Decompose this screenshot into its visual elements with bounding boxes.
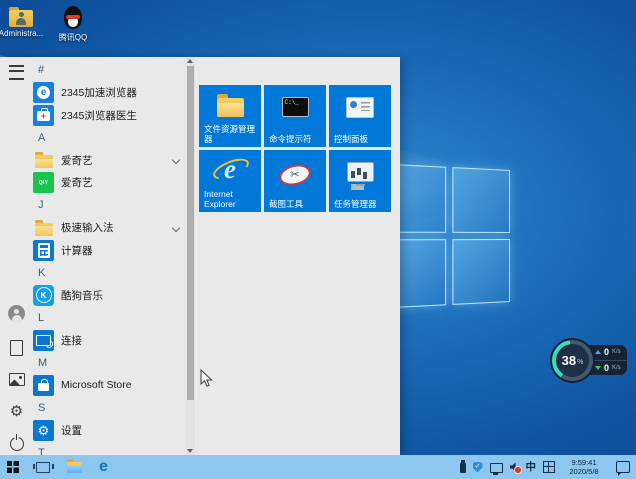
app-folder-jisu-ime[interactable]: 极速输入法 (33, 217, 185, 240)
ime-language-indicator[interactable]: 中 (526, 461, 537, 473)
section-header-hash[interactable]: # (33, 59, 185, 82)
action-center-icon[interactable] (616, 461, 630, 476)
download-speed-value: 0 (604, 362, 610, 373)
upload-speed-value: 0 (604, 347, 610, 358)
edge-taskbar-button[interactable]: e (99, 459, 108, 475)
file-explorer-icon (216, 94, 244, 117)
chevron-down-icon[interactable] (171, 155, 181, 165)
section-header-m[interactable]: M (33, 352, 185, 375)
tile-file-explorer[interactable]: 文件资源管理器 (199, 85, 261, 147)
system-tray: ✓ 中 9:59:41 2020/5/8 (459, 455, 634, 479)
app-item-2345-browser[interactable]: e 2345加速浏览器 (33, 82, 185, 105)
documents-button[interactable] (0, 340, 33, 356)
network-icon[interactable] (489, 462, 503, 475)
tile-task-manager[interactable]: 任务管理器 (329, 150, 391, 212)
qq-penguin-icon (62, 6, 84, 30)
chevron-down-icon[interactable] (171, 223, 181, 232)
task-view-icon (32, 461, 54, 473)
desktop-icon-tencent-qq[interactable]: 腾讯QQ (46, 6, 100, 43)
file-explorer-taskbar-button[interactable] (67, 458, 82, 473)
power-icon (9, 434, 24, 451)
desktop-icon-label: 腾讯QQ (58, 33, 88, 42)
tile-snipping-tool[interactable]: ✂ 截图工具 (264, 150, 326, 212)
start-menu-rail: ⚙ (0, 57, 33, 455)
internet-explorer-icon: e (215, 154, 245, 184)
app-item-connect[interactable]: 连接 (33, 329, 185, 352)
upload-arrow-icon (595, 350, 601, 355)
browser-2345-icon: e (33, 82, 54, 104)
task-manager-icon (346, 162, 374, 186)
power-button[interactable] (0, 434, 33, 451)
scroll-down-arrow[interactable] (187, 449, 193, 453)
app-item-calculator[interactable]: 计算器 (33, 239, 185, 262)
expand-menu-button[interactable] (0, 65, 33, 80)
user-avatar-icon (8, 305, 25, 322)
security-shield-icon[interactable]: ✓ (472, 461, 483, 473)
section-header-s[interactable]: S (33, 397, 185, 420)
app-item-kugou-music[interactable]: K 酷狗音乐 (33, 284, 185, 307)
app-item-microsoft-store[interactable]: Microsoft Store (33, 374, 185, 397)
section-header-j[interactable]: J (33, 194, 185, 217)
edge-icon: e (99, 458, 108, 475)
download-arrow-icon (595, 365, 601, 370)
start-menu: ⚙ # e 2345加速浏览器 + 2345浏览器医生 A 爱奇艺 QIY 爱奇… (0, 57, 400, 459)
tile-control-panel[interactable]: 控制面板 (329, 85, 391, 147)
ime-mode-icon[interactable] (543, 461, 555, 473)
clock-date: 2020/5/8 (569, 467, 599, 476)
folder-icon (67, 458, 82, 473)
mouse-cursor (200, 369, 213, 387)
start-button[interactable] (7, 461, 19, 473)
command-prompt-icon: C:\_ (281, 97, 309, 117)
tile-internet-explorer[interactable]: e Internet Explorer (199, 150, 261, 212)
tile-command-prompt[interactable]: C:\_ 命令提示符 (264, 85, 326, 147)
gear-icon: ⚙ (9, 403, 24, 420)
scrollbar-thumb[interactable] (187, 66, 194, 400)
calculator-icon (33, 239, 54, 261)
usb-device-icon[interactable] (459, 459, 466, 473)
settings-button[interactable]: ⚙ (0, 404, 33, 419)
app-list-scrollbar[interactable] (186, 57, 195, 455)
clock-time: 9:59:41 (571, 457, 597, 467)
scroll-up-arrow[interactable] (187, 59, 193, 63)
app-folder-iqiyi[interactable]: 爱奇艺 (33, 149, 185, 172)
pictures-icon (8, 373, 25, 386)
browser-doctor-icon: + (33, 104, 54, 126)
app-item-iqiyi[interactable]: QIY 爱奇艺 (33, 172, 185, 195)
settings-gear-icon: ⚙ (33, 419, 54, 441)
section-header-a[interactable]: A (33, 127, 185, 150)
wallpaper-windows-logo (382, 163, 510, 309)
taskbar: e ✓ 中 9:59:41 2020/5/8 (0, 455, 636, 479)
user-folder-icon (9, 7, 33, 27)
task-view-button[interactable] (32, 461, 54, 473)
kugou-icon: K (33, 284, 54, 306)
desktop: Administra... 腾讯QQ 0 K/s 0 K/s 38 % ⚙ # … (0, 0, 636, 479)
folder-icon (33, 217, 54, 238)
control-panel-icon (346, 97, 374, 118)
hamburger-icon (9, 65, 24, 80)
download-speed-unit: K/s (612, 364, 621, 371)
app-item-2345-doctor[interactable]: + 2345浏览器医生 (33, 104, 185, 127)
iqiyi-icon: QIY (33, 172, 54, 194)
memory-usage-ball[interactable]: 38 % (550, 338, 595, 383)
memory-percent: 38 (561, 353, 577, 368)
desktop-icon-label: Administra... (0, 29, 44, 38)
section-header-k[interactable]: K (33, 262, 185, 285)
pictures-button[interactable] (0, 373, 33, 386)
snipping-tool-icon: ✂ (277, 161, 313, 189)
folder-icon (33, 150, 54, 171)
mute-badge (514, 466, 522, 474)
store-icon (33, 374, 54, 396)
upload-speed-unit: K/s (612, 349, 621, 356)
app-item-settings[interactable]: ⚙ 设置 (33, 419, 185, 442)
taskbar-clock[interactable]: 9:59:41 2020/5/8 (562, 458, 606, 477)
section-header-l[interactable]: L (33, 307, 185, 330)
app-list: # e 2345加速浏览器 + 2345浏览器医生 A 爱奇艺 QIY 爱奇艺 … (33, 59, 185, 464)
desktop-icon-administrator[interactable]: Administra... (0, 6, 48, 38)
user-account-button[interactable] (0, 305, 33, 322)
document-icon (10, 340, 23, 356)
connect-icon (33, 329, 54, 351)
volume-muted-icon[interactable] (509, 462, 522, 474)
windows-logo-icon (7, 461, 19, 473)
